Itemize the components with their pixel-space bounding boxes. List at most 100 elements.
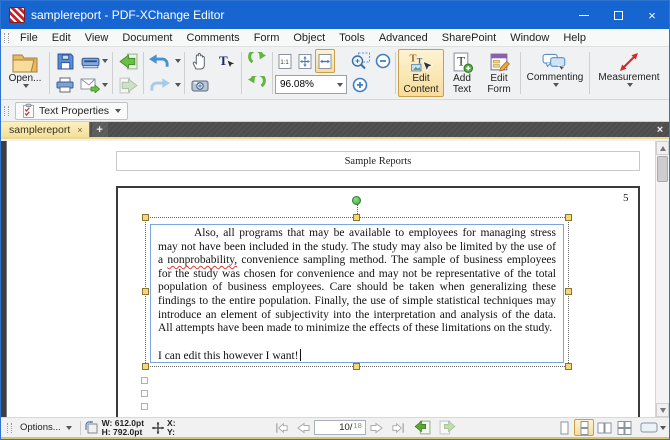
open-button[interactable]: Open... (3, 49, 47, 97)
app-logo-icon (9, 7, 25, 23)
open-label: Open... (9, 73, 42, 84)
zoom-out-button[interactable] (373, 49, 393, 73)
minimize-button[interactable] (567, 1, 601, 29)
menu-view[interactable]: View (78, 31, 116, 45)
menu-form[interactable]: Form (247, 31, 287, 45)
zoom-in-button[interactable] (347, 73, 373, 97)
menu-file[interactable]: File (13, 31, 45, 45)
zoom-level-combo[interactable]: 96.08% (275, 75, 347, 94)
hand-tool-button[interactable] (187, 49, 213, 73)
rotation-handle[interactable] (352, 196, 361, 205)
tabbar-close-button[interactable]: × (651, 122, 669, 137)
vertical-scrollbar[interactable] (655, 141, 669, 417)
options-button[interactable]: Options... (16, 419, 76, 436)
fit-width-button[interactable] (315, 49, 335, 73)
previous-page-button[interactable] (293, 419, 314, 436)
redo-button[interactable] (146, 73, 172, 97)
menu-document[interactable]: Document (115, 31, 179, 45)
resize-handle-middle-right[interactable] (565, 288, 572, 295)
pdf-page[interactable]: Sample Reports 5 Also, all programs that… (8, 141, 655, 417)
text-properties-button[interactable]: Text Properties (15, 102, 128, 120)
menu-object[interactable]: Object (286, 31, 332, 45)
menu-comments[interactable]: Comments (180, 31, 247, 45)
propsbar-grip[interactable] (4, 106, 9, 116)
select-text-button[interactable]: T (213, 49, 239, 73)
statusbar-grip[interactable] (7, 423, 12, 433)
fit-page-button[interactable] (295, 49, 315, 73)
import-button[interactable] (115, 49, 141, 73)
edit-content-button[interactable]: T T Edit Content (398, 49, 444, 97)
resize-handle-middle-left[interactable] (142, 288, 149, 295)
text-edit-area[interactable]: Also, all programs that may be available… (150, 224, 564, 363)
zoom-marquee-button[interactable] (347, 49, 373, 73)
resize-handle-bottom-right[interactable] (565, 363, 572, 370)
maximize-button[interactable] (601, 1, 635, 29)
measurement-button[interactable]: Measurement (592, 49, 666, 97)
first-page-button[interactable] (270, 419, 293, 436)
snapshot-button[interactable] (187, 73, 213, 97)
resize-handle-top-right[interactable] (565, 214, 572, 221)
page-header-box[interactable]: Sample Reports (116, 151, 640, 171)
rotate-ccw-button[interactable] (244, 49, 270, 73)
email-button[interactable] (78, 73, 110, 97)
paragraph-limitations[interactable]: Also, all programs that may be available… (158, 227, 556, 336)
continuous-layout-icon (578, 421, 591, 435)
menu-sharepoint[interactable]: SharePoint (435, 31, 503, 45)
menu-window[interactable]: Window (503, 31, 556, 45)
resize-handle-top-left[interactable] (142, 214, 149, 221)
add-text-button[interactable]: T Add Text (444, 49, 480, 97)
actual-size-button[interactable]: 1:1 (275, 49, 295, 73)
new-tab-button[interactable]: + (92, 122, 108, 137)
print-button[interactable] (52, 73, 78, 97)
scroll-up-button[interactable] (656, 141, 669, 155)
previous-view-button[interactable] (410, 419, 435, 436)
menubar-grip[interactable] (4, 33, 9, 43)
plus-icon: + (96, 124, 102, 136)
fit-width-icon (317, 53, 333, 70)
last-page-button[interactable] (387, 419, 410, 436)
resize-handle-bottom-center[interactable] (353, 363, 360, 370)
resize-handle-top-center[interactable] (353, 214, 360, 221)
commenting-icon (542, 52, 568, 72)
commenting-dropdown-icon (553, 83, 559, 87)
tab-samplereport[interactable]: samplereport × (1, 122, 90, 137)
scan-button[interactable] (78, 49, 110, 73)
open-folder-icon (12, 52, 38, 73)
tab-close-icon[interactable]: × (77, 125, 82, 135)
undo-button[interactable] (146, 49, 172, 73)
edit-form-button[interactable]: Edit Form (480, 49, 518, 97)
single-page-layout-button[interactable] (554, 419, 574, 436)
cursor-y-label: Y: (167, 428, 176, 437)
rotate-cw-button[interactable] (244, 73, 270, 97)
close-button[interactable]: × (635, 1, 669, 29)
continuous-layout-button[interactable] (574, 419, 594, 436)
page-number-field[interactable]: 10/18 (314, 420, 366, 435)
email-dropdown-icon (102, 83, 108, 87)
menu-edit[interactable]: Edit (45, 31, 78, 45)
menu-help[interactable]: Help (556, 31, 593, 45)
resize-handle-bottom-left[interactable] (142, 363, 149, 370)
export-arrow-icon (119, 77, 138, 94)
commenting-button[interactable]: Commenting (523, 49, 587, 97)
scrollbar-thumb[interactable] (657, 156, 668, 182)
background-color-button[interactable] (640, 422, 666, 433)
scroll-down-button[interactable] (656, 403, 669, 417)
export-button[interactable] (115, 73, 141, 97)
two-page-layout-button[interactable] (594, 419, 614, 436)
menu-tools[interactable]: Tools (332, 31, 372, 45)
next-page-button[interactable] (366, 419, 387, 436)
text-properties-label: Text Properties (39, 105, 109, 117)
properties-toolbar: Text Properties (1, 100, 669, 122)
menu-advanced[interactable]: Advanced (372, 31, 435, 45)
tab-label: samplereport (9, 124, 70, 136)
edited-line[interactable]: I can edit this however I want! (158, 349, 556, 363)
undo-dropdown[interactable] (172, 49, 182, 73)
redo-dropdown[interactable] (172, 73, 182, 97)
save-button[interactable] (52, 49, 78, 73)
selected-text-box[interactable]: Also, all programs that may be available… (145, 217, 569, 367)
two-page-continuous-layout-button[interactable] (614, 419, 634, 436)
measurement-icon (619, 52, 639, 72)
redo-dropdown-icon (175, 83, 181, 87)
next-view-button[interactable] (435, 419, 460, 436)
previous-page-icon (297, 422, 310, 434)
